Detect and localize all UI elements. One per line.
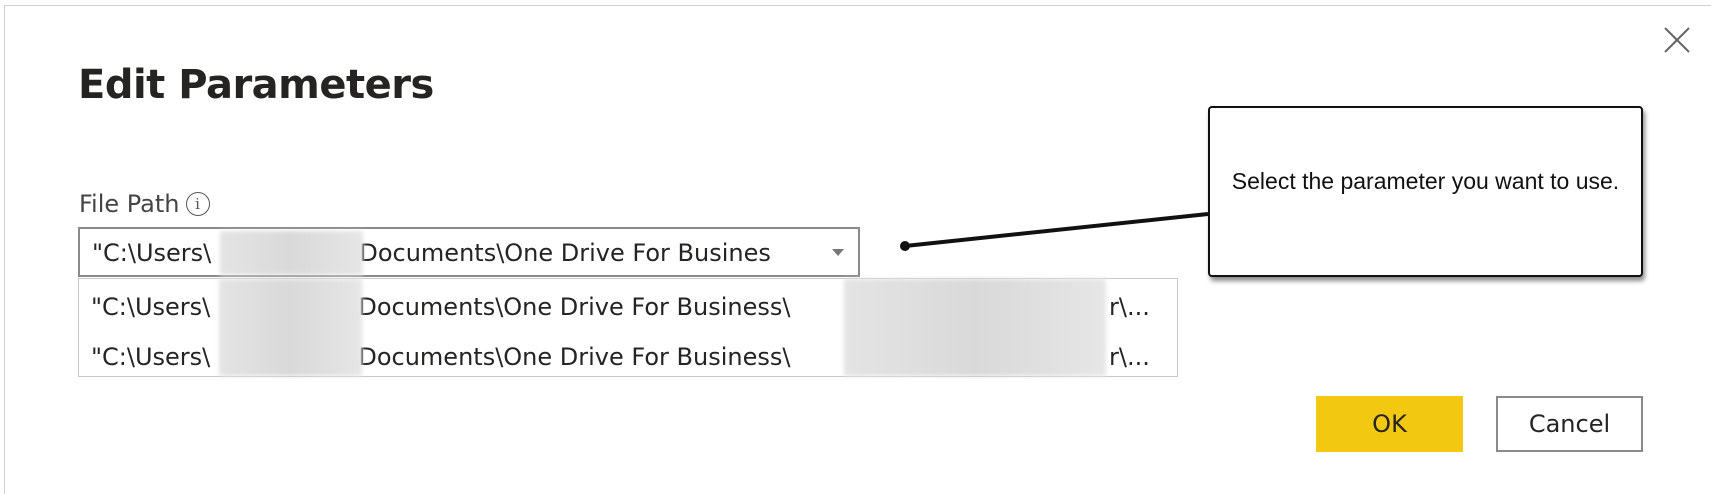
callout-text: Select the parameter you want to use. <box>1231 167 1620 194</box>
dropdown-option-suffix[interactable]: r\... <box>1109 293 1152 321</box>
redacted-region <box>220 231 363 275</box>
redacted-region <box>844 279 1106 376</box>
ok-button[interactable]: OK <box>1316 396 1463 452</box>
cancel-button[interactable]: Cancel <box>1496 396 1643 452</box>
callout-box: Select the parameter you want to use. <box>1208 106 1643 277</box>
redacted-region <box>219 279 362 376</box>
dropdown-option-suffix[interactable]: r\... <box>1109 343 1152 371</box>
